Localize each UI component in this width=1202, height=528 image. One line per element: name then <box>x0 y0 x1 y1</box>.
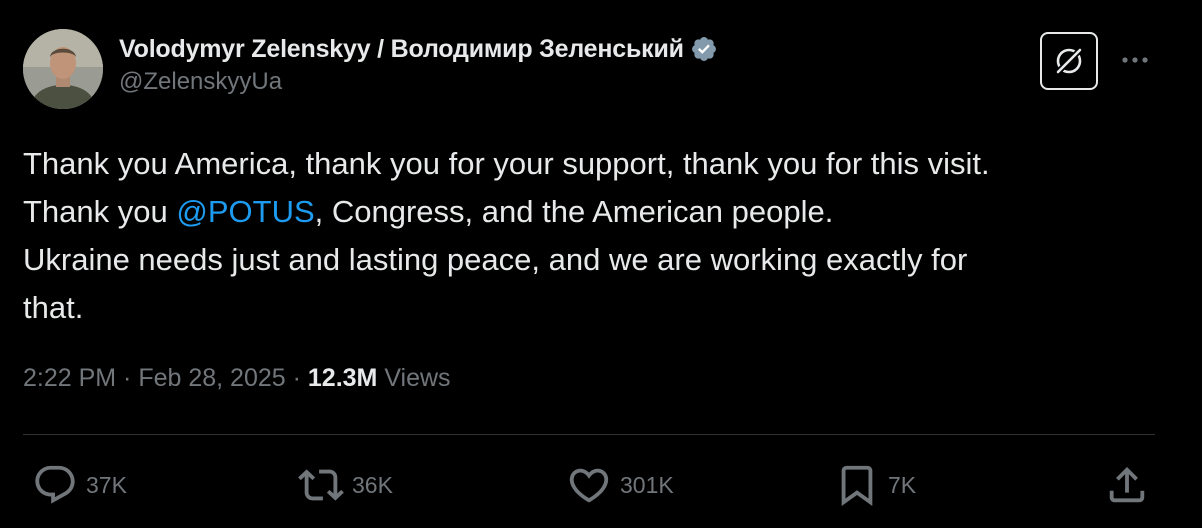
handle[interactable]: @ZelenskyyUa <box>119 68 718 96</box>
avatar[interactable] <box>23 29 103 109</box>
tweet-text-fragment: Thank you <box>23 194 177 229</box>
avatar-image <box>23 29 103 109</box>
display-name-row: Volodymyr Zelenskyy / Володимир Зеленськ… <box>119 31 718 67</box>
share-icon <box>1109 466 1145 503</box>
bookmark-count: 7K <box>888 471 917 498</box>
more-icon <box>1122 57 1148 63</box>
repost-count: 36K <box>352 471 393 498</box>
action-bar: 37K 36K 301K 7K <box>0 462 1202 508</box>
tweet-text-line: Thank you America, thank you for your su… <box>23 146 990 181</box>
meta-separator: · <box>116 364 139 392</box>
grok-icon <box>1054 46 1084 76</box>
tweet-time[interactable]: 2:22 PM <box>23 364 116 392</box>
tweet-meta: 2:22 PM · Feb 28, 2025 · 12.3M Views <box>23 364 451 393</box>
tweet-header: Volodymyr Zelenskyy / Володимир Зеленськ… <box>119 31 718 96</box>
reply-icon <box>35 465 75 504</box>
mention-link[interactable]: @POTUS <box>176 194 314 229</box>
share-button[interactable] <box>1104 462 1150 508</box>
like-count: 301K <box>620 471 674 498</box>
tweet-text-fragment: , Congress, and the American people. <box>314 194 834 229</box>
tweet-text-line: Ukraine needs just and lasting peace, an… <box>23 242 968 277</box>
like-button[interactable]: 301K <box>566 462 674 508</box>
tweet-date[interactable]: Feb 28, 2025 <box>138 364 285 392</box>
tweet-text: Thank you America, thank you for your su… <box>23 140 1153 332</box>
views-label: Views <box>377 364 451 392</box>
display-name[interactable]: Volodymyr Zelenskyy / Володимир Зеленськ… <box>119 35 684 64</box>
tweet: Volodymyr Zelenskyy / Володимир Зеленськ… <box>0 0 1202 528</box>
tweet-text-line: that. <box>23 290 84 325</box>
more-button[interactable] <box>1117 45 1153 75</box>
views-count[interactable]: 12.3M <box>308 364 377 392</box>
reply-button[interactable]: 37K <box>32 462 127 508</box>
repost-icon <box>298 469 344 501</box>
tweet-text-line: Thank you @POTUS, Congress, and the Amer… <box>23 188 1153 236</box>
bookmark-icon <box>841 465 873 506</box>
reply-count: 37K <box>86 471 127 498</box>
repost-button[interactable]: 36K <box>298 462 393 508</box>
bookmark-button[interactable]: 7K <box>834 462 916 508</box>
divider <box>23 434 1155 435</box>
heart-icon <box>569 468 609 503</box>
grok-button[interactable] <box>1040 32 1098 90</box>
verified-badge-icon[interactable] <box>690 35 718 63</box>
meta-separator: · <box>285 364 308 392</box>
